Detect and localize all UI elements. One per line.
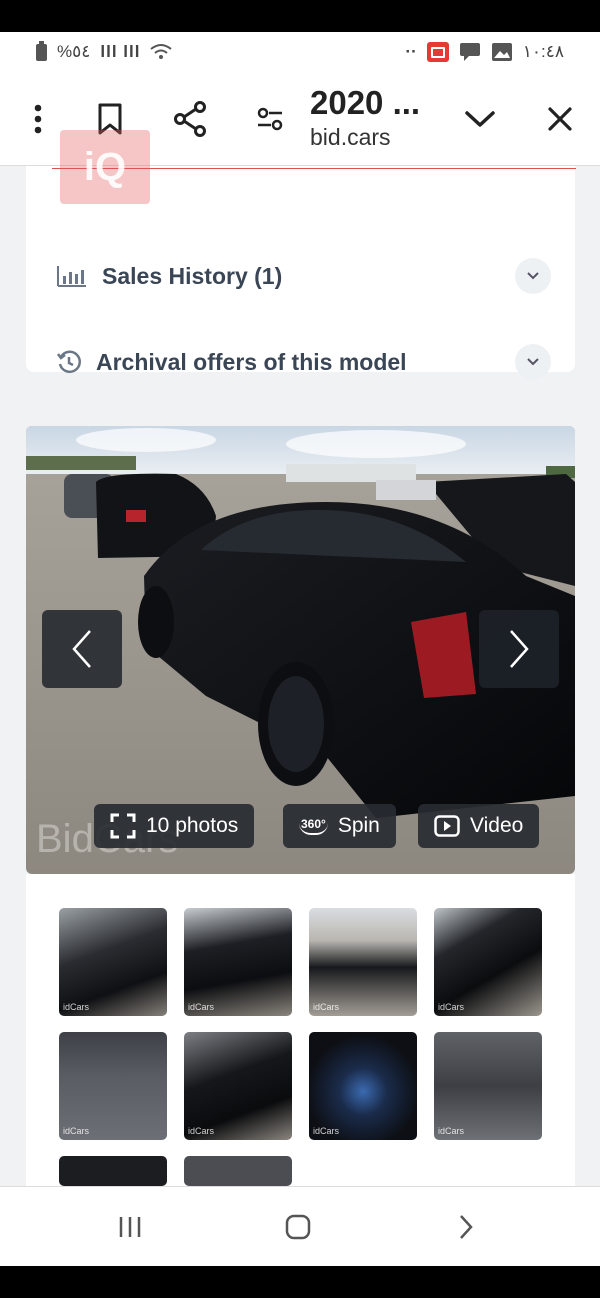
close-icon <box>548 107 572 131</box>
fullscreen-icon <box>110 813 136 839</box>
page-settings-button[interactable] <box>248 94 292 144</box>
bar-chart-icon <box>57 266 86 287</box>
screen-record-icon <box>426 42 449 62</box>
thumbnail-4[interactable]: idCars <box>434 908 542 1016</box>
screen: %٥٤ lll lll ·· ١٠:٤٨ 2020 ... bid.cars S… <box>0 32 600 1266</box>
thumb-watermark: idCars <box>63 1002 90 1012</box>
signal-icon: lll lll <box>100 42 141 61</box>
overflow-dots: ·· <box>405 42 417 61</box>
spin-button[interactable]: 360° Spin <box>283 804 396 848</box>
page-domain: bid.cars <box>310 124 391 150</box>
battery-percent: %٥٤ <box>57 42 91 61</box>
watermark-logo: iQ <box>60 130 150 204</box>
thumb-watermark: idCars <box>438 1126 465 1136</box>
thumbnail-1[interactable]: idCars <box>59 908 167 1016</box>
battery-icon <box>36 40 47 61</box>
main-photo-gallery[interactable]: BidCars 10 photos 360° Spin Video <box>26 426 575 874</box>
archival-chevron-icon[interactable] <box>515 344 551 380</box>
thumb-watermark: idCars <box>63 1126 90 1136</box>
thumbnail-10[interactable] <box>184 1156 292 1186</box>
360-icon: 360° <box>299 817 328 835</box>
prev-photo-button[interactable] <box>42 610 122 688</box>
recent-apps-button[interactable] <box>110 1207 150 1247</box>
home-icon <box>285 1214 311 1240</box>
thumb-watermark: idCars <box>188 1002 215 1012</box>
wifi-icon <box>150 44 173 59</box>
thumbnail-grid: idCars idCars idCars idCars idCars idCar… <box>26 874 575 1192</box>
message-icon <box>459 43 480 61</box>
chevron-down-icon <box>465 111 495 127</box>
recent-apps-icon <box>119 1217 141 1237</box>
status-left: %٥٤ lll lll <box>36 40 173 62</box>
status-right: ·· ١٠:٤٨ <box>405 42 564 62</box>
next-photo-button[interactable] <box>479 610 559 688</box>
thumb-watermark: idCars <box>313 1002 340 1012</box>
share-icon <box>174 101 206 137</box>
sales-history-row[interactable]: Sales History (1) <box>56 256 551 296</box>
more-vert-icon <box>34 104 42 134</box>
more-options-button[interactable] <box>16 94 60 144</box>
home-button[interactable] <box>278 1207 318 1247</box>
thumbnail-7[interactable]: idCars <box>309 1032 417 1140</box>
video-button[interactable]: Video <box>418 804 540 848</box>
thumb-watermark: idCars <box>313 1126 340 1136</box>
photos-label: 10 photos <box>146 814 239 837</box>
photos-button[interactable]: 10 photos <box>94 804 255 848</box>
thumb-watermark: idCars <box>188 1126 215 1136</box>
clock: ١٠:٤٨ <box>522 42 564 61</box>
thumbnail-8[interactable]: idCars <box>434 1032 542 1140</box>
sales-history-chevron-icon[interactable] <box>515 258 551 294</box>
archival-offers-row[interactable]: Archival offers of this model <box>56 342 551 382</box>
thumb-watermark: idCars <box>438 1002 465 1012</box>
page-title: 2020 ... <box>310 84 421 121</box>
back-button[interactable] <box>446 1207 486 1247</box>
chevron-left-icon <box>72 630 91 668</box>
close-button[interactable] <box>538 94 582 144</box>
tune-icon <box>257 107 283 131</box>
thumbnail-3[interactable]: idCars <box>309 908 417 1016</box>
history-icon <box>57 350 81 374</box>
status-bar: %٥٤ lll lll ·· ١٠:٤٨ <box>0 32 600 72</box>
play-icon <box>434 815 460 837</box>
gallery-icon <box>491 43 512 61</box>
expand-button[interactable] <box>458 94 502 144</box>
archival-offers-label: Archival offers of this model <box>96 348 407 375</box>
thumbnail-9[interactable] <box>59 1156 167 1186</box>
back-chevron-icon <box>460 1215 473 1239</box>
thumbnail-2[interactable]: idCars <box>184 908 292 1016</box>
spin-label: Spin <box>337 814 380 837</box>
system-nav-bar <box>0 1186 600 1266</box>
thumbnail-6[interactable]: idCars <box>184 1032 292 1140</box>
chevron-right-icon <box>510 630 529 668</box>
sales-history-label: Sales History (1) <box>102 262 283 289</box>
thumbnail-5[interactable]: idCars <box>59 1032 167 1140</box>
share-button[interactable] <box>168 94 212 144</box>
video-label: Video <box>470 814 524 837</box>
page-title-block[interactable]: 2020 ... bid.cars <box>310 82 460 150</box>
